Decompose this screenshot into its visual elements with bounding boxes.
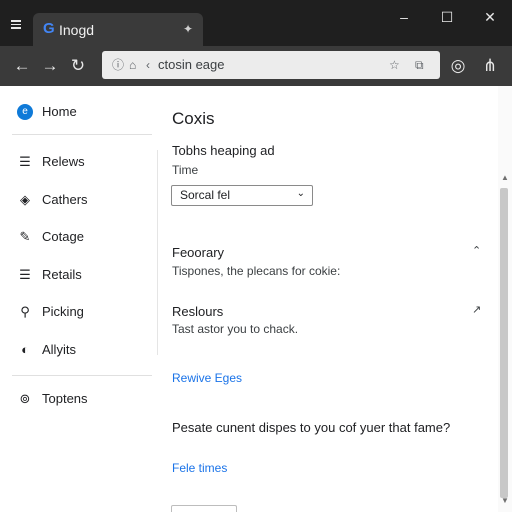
settings-icon[interactable]: ⋔ (478, 54, 502, 78)
sidebar-item-label: Toptens (42, 391, 88, 406)
toolbar: ← → ↻ ⓘ ⌂ ‹ ctosin eage ☆ ⧉ ◎ ⋔ (0, 46, 512, 86)
pencil-icon: ✎ (19, 229, 31, 244)
contrast-icon: ◐ (21, 342, 29, 357)
scroll-thumb[interactable] (500, 188, 508, 498)
scroll-up-icon[interactable]: ▲ (501, 173, 509, 182)
question-text: Pesate cunent dispes to you cof yuer tha… (172, 420, 451, 435)
sidebar-item-label: Retails (42, 267, 82, 282)
address-text[interactable]: ctosin eage (158, 57, 225, 72)
sidebar-item-picking[interactable]: ⚲ Picking (0, 298, 157, 326)
section-heading: Feoorary (172, 245, 225, 260)
sidebar-item-relews[interactable]: ☰ Relews (0, 148, 157, 176)
info-icon[interactable]: ⓘ (112, 57, 124, 73)
browser-tab[interactable]: G Inogd ✦ (33, 13, 203, 46)
chevron-up-icon[interactable]: ⌃ (472, 244, 481, 257)
sidebar-item-cotage[interactable]: ✎ Cotage (0, 223, 157, 251)
rewive-link[interactable]: Rewive Eges (172, 371, 242, 385)
page-title: Coxis (172, 109, 215, 128)
divider (12, 134, 152, 135)
sidebar: e Home ☰ Relews ◈ Cathers ✎ Cotage ☰ Ret… (0, 86, 157, 512)
prefix-icon: ‹ (146, 58, 150, 72)
sidebar-item-home[interactable]: e Home (0, 98, 157, 126)
lock-icon[interactable]: ⌂ (129, 57, 136, 73)
divider (12, 375, 152, 376)
time-select[interactable]: Sorcal fel ⌄ (171, 185, 313, 206)
select-value: Sorcal fel (180, 188, 231, 202)
main-content: Coxis Tobhs heaping ad Time Sorcal fel ⌄… (158, 86, 498, 512)
back-arrow-icon[interactable]: ← (10, 54, 34, 78)
sidebar-item-allyits[interactable]: ◐ Allyits (0, 336, 157, 364)
section-heading: Reslours (172, 304, 224, 319)
profile-icon[interactable]: ◎ (446, 54, 470, 78)
sidebar-item-label: Home (42, 104, 77, 119)
bottom-input[interactable] (171, 505, 237, 512)
tab-title: Inogd (59, 22, 95, 38)
tab-favicon: G (43, 20, 55, 37)
sidebar-item-label: Cotage (42, 229, 84, 244)
list-icon: ☰ (19, 154, 31, 169)
search-icon: ⚲ (20, 304, 30, 319)
sidebar-item-label: Allyits (42, 342, 76, 357)
sidebar-item-label: Picking (42, 304, 84, 319)
forward-arrow-icon[interactable]: → (38, 54, 62, 78)
sidebar-item-retails[interactable]: ☰ Retails (0, 261, 157, 289)
star-icon[interactable]: ☆ (389, 57, 400, 73)
sidebar-item-cathers[interactable]: ◈ Cathers (0, 186, 157, 214)
menu-icon[interactable] (8, 18, 24, 32)
section-description: Tispones, the plecans for cokie: (172, 264, 341, 278)
location-icon: ⊚ (19, 391, 31, 406)
maximize-icon[interactable]: ☐ (433, 8, 461, 28)
field-label: Time (172, 163, 199, 177)
home-icon: e (17, 104, 33, 120)
shield-icon: ◈ (20, 192, 30, 207)
fele-times-link[interactable]: Fele times (172, 461, 227, 475)
section-description: Tast astor you to chack. (172, 322, 299, 336)
minimize-icon[interactable]: – (390, 8, 418, 28)
sidebar-item-label: Cathers (42, 192, 88, 207)
close-icon[interactable]: ✕ (476, 8, 504, 28)
sidebar-item-toptens[interactable]: ⊚ Toptens (0, 385, 157, 413)
address-bar[interactable]: ⓘ ⌂ ‹ ctosin eage ☆ ⧉ (102, 51, 440, 79)
extension-icon[interactable]: ⧉ (415, 57, 424, 73)
section-heading: Tobhs heaping ad (172, 143, 275, 158)
scroll-down-icon[interactable]: ▼ (501, 496, 509, 505)
list-icon: ☰ (19, 267, 31, 282)
reload-icon[interactable]: ↻ (66, 54, 90, 78)
pin-icon[interactable]: ✦ (183, 21, 193, 37)
chevron-down-icon: ⌄ (296, 188, 305, 199)
sidebar-item-label: Relews (42, 154, 85, 169)
chevron-right-icon[interactable]: ↗ (472, 303, 481, 316)
scrollbar[interactable]: ▲ ▼ (498, 86, 512, 512)
tab-bar: G Inogd ✦ – ☐ ✕ (0, 0, 512, 46)
